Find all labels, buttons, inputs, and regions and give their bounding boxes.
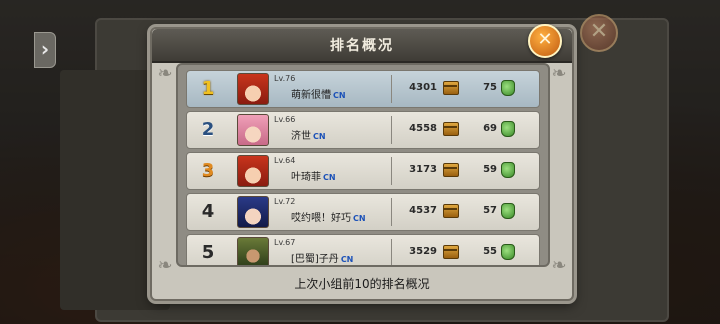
score-value: 55 (483, 246, 497, 257)
combat-power-value: 4537 (409, 205, 437, 216)
score-value: 59 (483, 164, 497, 175)
ranking-row[interactable]: 3 Lv.64 叶琦菲 CN 3173 59 (186, 152, 540, 190)
player-name-text: [巴蜀]子丹 (291, 254, 339, 265)
ranking-list: 1 Lv.76 萌新很懵 CN 4301 75 2 Lv.66 济世 CN 4558 69 3 Lv.64… (176, 63, 550, 267)
red-hair-girl-avatar-icon[interactable] (237, 155, 269, 187)
score-value: 69 (483, 123, 497, 134)
footer-caption: 上次小组前10的排名概况 (294, 277, 430, 291)
background-close-icon: ✕ (580, 14, 618, 52)
rank-number: 5 (201, 242, 215, 263)
server-tag: CN (323, 173, 336, 182)
green-sack-icon (501, 162, 515, 178)
green-armored-warrior-avatar-icon[interactable] (237, 237, 269, 265)
player-name: 萌新很懵 CN (291, 86, 346, 101)
red-hair-girl-avatar-icon[interactable] (237, 73, 269, 105)
player-name: 哎约喂！好巧 CN (291, 209, 366, 224)
blue-hair-girl-avatar-icon[interactable] (237, 196, 269, 228)
green-sack-icon (501, 244, 515, 260)
dialog-title: 排名概况 (330, 38, 394, 54)
treasure-chest-icon (443, 204, 459, 218)
column-divider (391, 75, 392, 103)
column-divider (391, 198, 392, 226)
green-sack-icon (501, 203, 515, 219)
player-level: Lv.67 (274, 238, 296, 247)
ranking-row[interactable]: 1 Lv.76 萌新很懵 CN 4301 75 (186, 70, 540, 108)
corner-ornament-icon: ❧ (551, 255, 567, 276)
close-button[interactable]: ✕ (528, 24, 562, 58)
side-expand-arrow-icon[interactable]: › (34, 32, 56, 68)
player-level: Lv.64 (274, 156, 296, 165)
combat-power-value: 3173 (409, 164, 437, 175)
ranking-row[interactable]: 4 Lv.72 哎约喂！好巧 CN 4537 57 (186, 193, 540, 231)
server-tag: CN (333, 91, 346, 100)
corner-ornament-icon: ❧ (551, 63, 567, 84)
rank-number: 2 (201, 119, 215, 140)
player-name-text: 叶琦菲 (291, 172, 321, 183)
player-name-text: 哎约喂！好巧 (291, 213, 351, 224)
ranking-row[interactable]: 5 Lv.67 [巴蜀]子丹 CN 3529 55 (186, 234, 540, 265)
treasure-chest-icon (443, 81, 459, 95)
green-sack-icon (501, 80, 515, 96)
combat-power-value: 4558 (409, 123, 437, 134)
score-value: 57 (483, 205, 497, 216)
player-name-text: 萌新很懵 (291, 90, 331, 101)
pink-hair-girl-avatar-icon[interactable] (237, 114, 269, 146)
rank-number: 3 (201, 160, 215, 181)
player-name: [巴蜀]子丹 CN (291, 250, 353, 265)
combat-power-value: 4301 (409, 82, 437, 93)
player-level: Lv.76 (274, 74, 296, 83)
corner-ornament-icon: ❧ (157, 255, 173, 276)
player-name: 叶琦菲 CN (291, 168, 336, 183)
server-tag: CN (353, 214, 366, 223)
ranking-row[interactable]: 2 Lv.66 济世 CN 4558 69 (186, 111, 540, 149)
column-divider (391, 239, 392, 265)
corner-ornament-icon: ❧ (157, 63, 173, 84)
rank-number: 4 (201, 201, 215, 222)
treasure-chest-icon (443, 163, 459, 177)
server-tag: CN (340, 255, 354, 264)
column-divider (391, 116, 392, 144)
player-level: Lv.72 (274, 197, 296, 206)
treasure-chest-icon (443, 122, 459, 136)
green-sack-icon (501, 121, 515, 137)
treasure-chest-icon (443, 245, 459, 259)
score-value: 75 (483, 82, 497, 93)
server-tag: CN (313, 132, 326, 141)
player-name: 济世 CN (291, 127, 326, 142)
player-level: Lv.66 (274, 115, 296, 124)
player-name-text: 济世 (291, 131, 311, 142)
dialog-header: 排名概况 (152, 29, 572, 63)
combat-power-value: 3529 (409, 246, 437, 257)
rank-number: 1 (201, 78, 215, 99)
ranking-dialog: 排名概况 ❧ ❧ ❧ ❧ ✕ 1 Lv.76 萌新很懵 CN 4301 75 2 Lv.66 济… (150, 24, 574, 301)
column-divider (391, 157, 392, 185)
